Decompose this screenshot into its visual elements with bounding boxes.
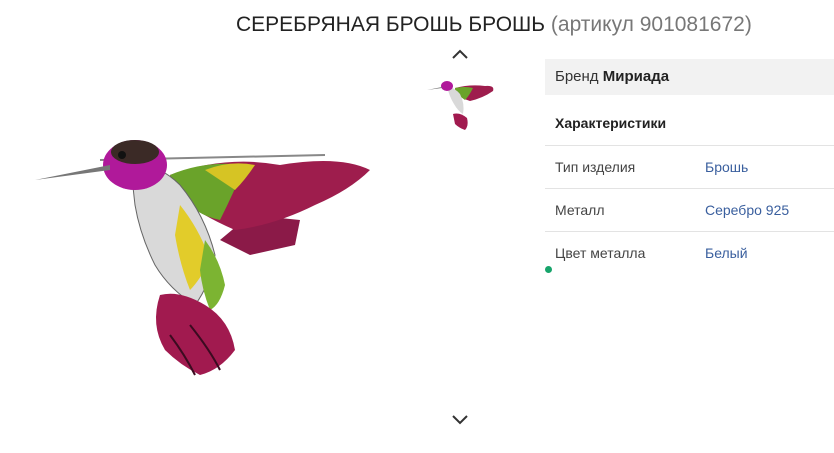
prop-label: Тип изделия bbox=[555, 159, 636, 175]
characteristics-heading: Характеристики bbox=[545, 95, 834, 146]
prop-value-link[interactable]: Серебро 925 bbox=[705, 202, 789, 218]
product-name: СЕРЕБРЯНАЯ БРОШЬ БРОШЬ bbox=[236, 13, 546, 36]
thumbnail-image[interactable] bbox=[425, 76, 497, 132]
prop-row-type: Тип изделия Брошь bbox=[545, 146, 834, 189]
gallery-prev-button[interactable] bbox=[445, 44, 475, 64]
prop-value-link[interactable]: Брошь bbox=[705, 159, 748, 175]
product-sku: (артикул 901081672) bbox=[550, 13, 752, 36]
prop-value-link[interactable]: Белый bbox=[705, 245, 748, 261]
main-product-image bbox=[35, 140, 370, 376]
prop-label: Цвет металла bbox=[555, 245, 646, 261]
brand-value[interactable]: Мириада bbox=[603, 68, 669, 85]
brand-label: Бренд bbox=[555, 68, 599, 85]
hummingbird-brooch bbox=[35, 140, 370, 376]
prop-label: Металл bbox=[555, 202, 605, 218]
product-properties: Бренд Мириада Характеристики Тип изделия… bbox=[545, 59, 834, 274]
prop-row-metal: Металл Серебро 925 bbox=[545, 189, 834, 232]
hummingbird-thumbnail bbox=[427, 81, 494, 130]
prop-row-metal-color: Цвет металла Белый bbox=[545, 232, 834, 274]
gallery-next-button[interactable] bbox=[445, 410, 475, 430]
status-dot bbox=[545, 266, 552, 273]
chevron-down-icon bbox=[452, 415, 468, 425]
product-title: СЕРЕБРЯНАЯ БРОШЬ БРОШЬ (артикул 90108167… bbox=[236, 13, 752, 37]
brand-row: Бренд Мириада bbox=[545, 59, 834, 95]
chevron-up-icon bbox=[452, 49, 468, 59]
